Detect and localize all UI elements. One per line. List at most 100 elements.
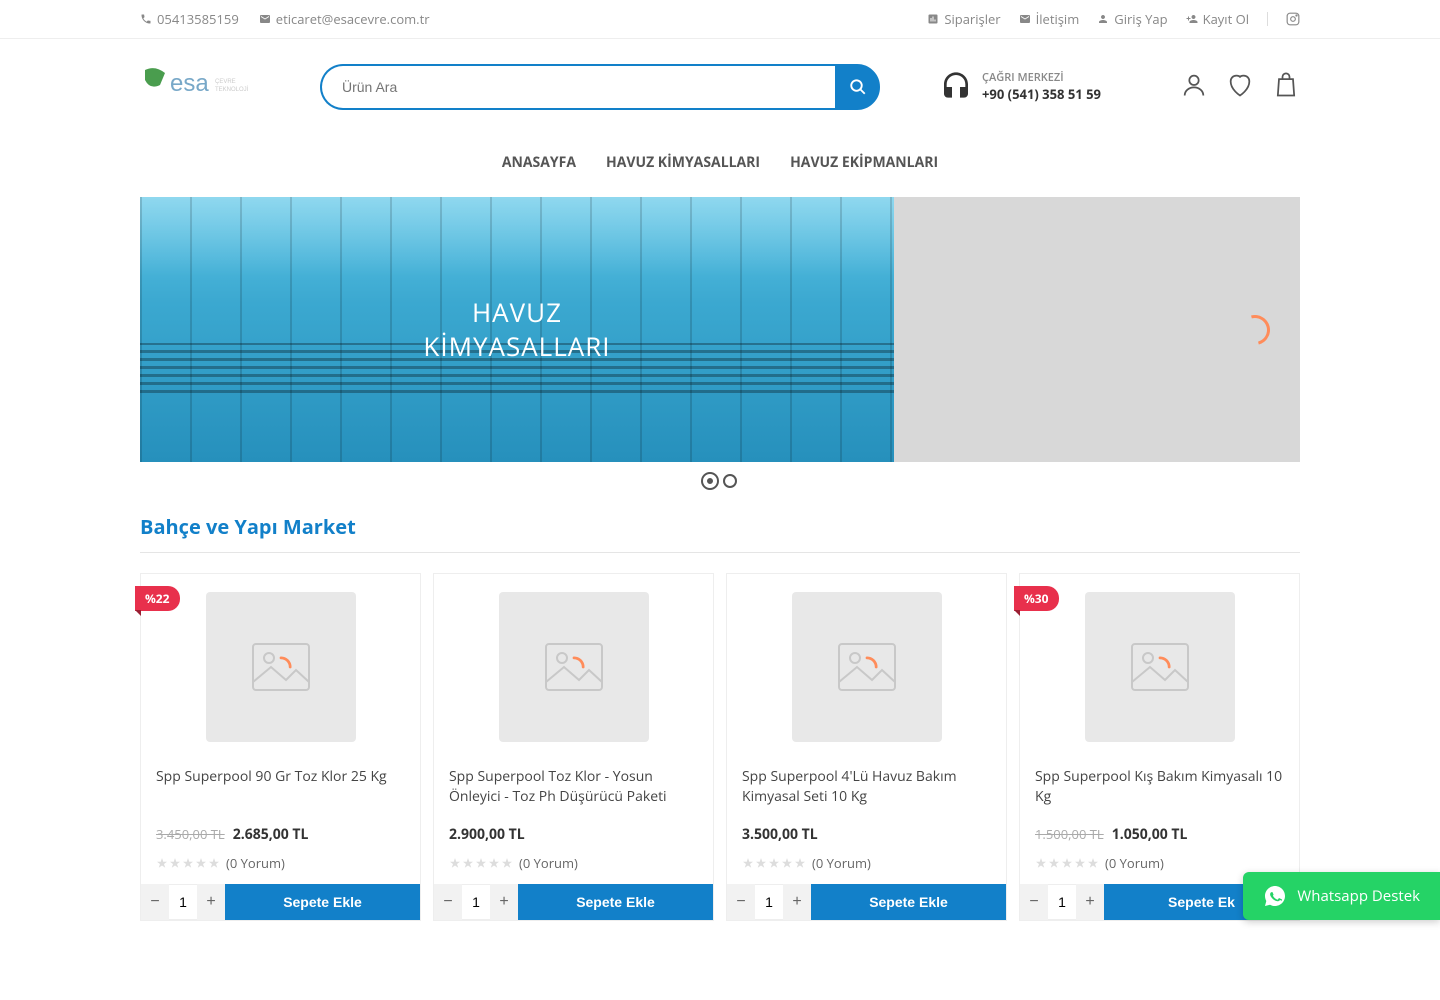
envelope-icon <box>259 13 271 25</box>
search-icon <box>849 78 867 96</box>
hero-slider: HAVUZ KİMYASALLARI <box>120 197 1320 488</box>
image-placeholder-icon <box>206 592 356 742</box>
star-icon <box>449 857 461 869</box>
product-actions: − + Sepete Ekle <box>141 884 420 920</box>
star-icon <box>1074 857 1086 869</box>
qty-increase-button[interactable]: + <box>490 884 518 920</box>
nav-home[interactable]: ANASAYFA <box>502 153 576 172</box>
product-rating: (0 Yorum) <box>742 854 991 872</box>
section-title: Bahçe ve Yapı Market <box>140 513 1300 553</box>
login-link[interactable]: Giriş Yap <box>1097 10 1167 28</box>
call-center-number: +90 (541) 358 51 59 <box>982 86 1101 103</box>
user-plus-icon <box>1186 13 1198 25</box>
orders-link[interactable]: Siparişler <box>927 10 1000 28</box>
cart-icon-link[interactable] <box>1272 71 1300 104</box>
product-title[interactable]: Spp Superpool 4'Lü Havuz Bakım Kimyasal … <box>742 767 991 807</box>
headset-icon <box>940 71 972 103</box>
product-title[interactable]: Spp Superpool Toz Klor - Yosun Önleyici … <box>449 767 698 807</box>
instagram-link[interactable] <box>1286 12 1300 26</box>
product-title[interactable]: Spp Superpool Kış Bakım Kimyasalı 10 Kg <box>1035 767 1284 807</box>
slider-dot-1[interactable] <box>703 474 717 488</box>
search-input[interactable] <box>320 64 835 110</box>
add-to-cart-button[interactable]: Sepete Ekle <box>225 884 420 920</box>
top-bar-right: Siparişler İletişim Giriş Yap Kayıt Ol <box>927 10 1300 28</box>
star-icon <box>768 857 780 869</box>
qty-increase-button[interactable]: + <box>1076 884 1104 920</box>
star-icon <box>1048 857 1060 869</box>
qty-decrease-button[interactable]: − <box>1020 884 1048 920</box>
old-price: 1.500,00 TL <box>1035 825 1104 843</box>
qty-increase-button[interactable]: + <box>783 884 811 920</box>
qty-decrease-button[interactable]: − <box>434 884 462 920</box>
star-icon <box>488 857 500 869</box>
product-image-wrap[interactable] <box>434 574 713 759</box>
star-icon <box>475 857 487 869</box>
register-text: Kayıt Ol <box>1203 10 1249 28</box>
user-outline-icon <box>1180 71 1208 99</box>
top-bar: 05413585159 eticaret@esacevre.com.tr Sip… <box>0 0 1440 39</box>
wishlist-icon-link[interactable] <box>1226 71 1254 104</box>
register-link[interactable]: Kayıt Ol <box>1186 10 1249 28</box>
orders-icon <box>927 13 939 25</box>
call-center-label: ÇAĞRI MERKEZİ <box>982 71 1101 85</box>
email-link[interactable]: eticaret@esacevre.com.tr <box>259 10 430 28</box>
qty-decrease-button[interactable]: − <box>141 884 169 920</box>
discount-badge: %30 <box>1014 586 1059 611</box>
star-icon <box>208 857 220 869</box>
phone-link[interactable]: 05413585159 <box>140 10 239 28</box>
header-icons <box>1180 71 1300 104</box>
product-title[interactable]: Spp Superpool 90 Gr Toz Klor 25 Kg <box>156 767 405 807</box>
bag-icon <box>1272 71 1300 99</box>
slider-dot-2[interactable] <box>723 474 737 488</box>
nav-equipment[interactable]: HAVUZ EKİPMANLARI <box>790 153 938 172</box>
product-image-wrap[interactable] <box>141 574 420 759</box>
stars <box>449 857 513 869</box>
divider <box>1267 12 1268 26</box>
login-text: Giriş Yap <box>1114 10 1167 28</box>
stars <box>1035 857 1099 869</box>
star-icon <box>1061 857 1073 869</box>
loading-spinner-icon <box>1235 309 1276 350</box>
section-title-wrap: Bahçe ve Yapı Market <box>120 513 1320 553</box>
user-icon <box>1097 13 1109 25</box>
star-icon <box>501 857 513 869</box>
star-icon <box>1035 857 1047 869</box>
logo[interactable]: esa ÇEVRE TEKNOLOJİ <box>140 65 290 110</box>
nav-chemicals[interactable]: HAVUZ KİMYASALLARI <box>606 153 760 172</box>
contact-icon <box>1019 13 1031 25</box>
qty-input[interactable] <box>1048 884 1076 920</box>
search-button[interactable] <box>835 64 880 110</box>
star-icon <box>182 857 194 869</box>
current-price: 3.500,00 TL <box>742 825 818 844</box>
product-image-wrap[interactable] <box>727 574 1006 759</box>
hero-slide-active[interactable]: HAVUZ KİMYASALLARI <box>140 197 894 462</box>
svg-text:TEKNOLOJİ: TEKNOLOJİ <box>215 86 249 93</box>
image-placeholder-icon <box>1085 592 1235 742</box>
star-icon <box>156 857 168 869</box>
contact-link[interactable]: İletişim <box>1019 10 1080 28</box>
product-image-wrap[interactable] <box>1020 574 1299 759</box>
qty-input[interactable] <box>755 884 783 920</box>
call-center: ÇAĞRI MERKEZİ +90 (541) 358 51 59 <box>940 71 1101 103</box>
star-icon <box>462 857 474 869</box>
svg-text:esa: esa <box>170 70 209 97</box>
qty-decrease-button[interactable]: − <box>727 884 755 920</box>
add-to-cart-button[interactable]: Sepete Ekle <box>518 884 713 920</box>
qty-input[interactable] <box>169 884 197 920</box>
top-bar-left: 05413585159 eticaret@esacevre.com.tr <box>140 10 430 28</box>
instagram-icon <box>1286 12 1300 26</box>
product-rating: (0 Yorum) <box>156 854 405 872</box>
qty-increase-button[interactable]: + <box>197 884 225 920</box>
hero-line2: KİMYASALLARI <box>423 330 610 364</box>
review-count: (0 Yorum) <box>1105 854 1164 872</box>
add-to-cart-button[interactable]: Sepete Ekle <box>811 884 1006 920</box>
svg-text:ÇEVRE: ÇEVRE <box>215 79 236 85</box>
review-count: (0 Yorum) <box>812 854 871 872</box>
image-placeholder-icon <box>499 592 649 742</box>
star-icon <box>794 857 806 869</box>
hero-slide-next[interactable] <box>894 197 1300 462</box>
qty-input[interactable] <box>462 884 490 920</box>
email-text: eticaret@esacevre.com.tr <box>276 10 430 28</box>
account-icon-link[interactable] <box>1180 71 1208 104</box>
whatsapp-button[interactable]: Whatsapp Destek <box>1243 872 1440 920</box>
